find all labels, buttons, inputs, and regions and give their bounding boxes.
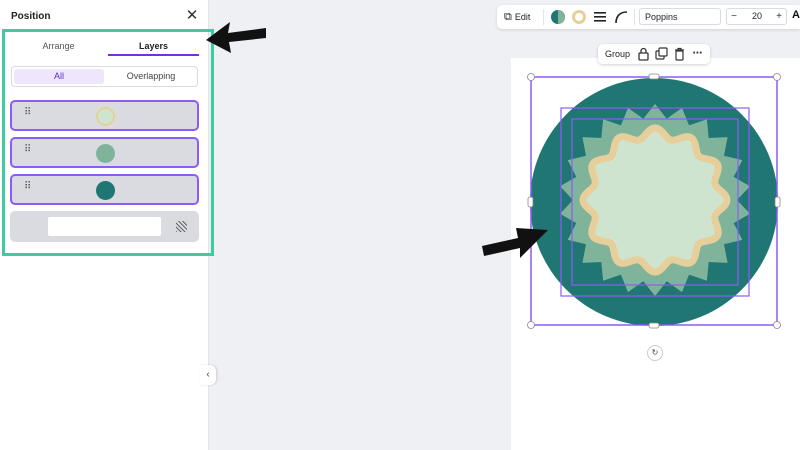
resize-handle[interactable]	[527, 196, 534, 208]
graphic-group[interactable]	[0, 0, 800, 450]
resize-handle[interactable]	[773, 321, 781, 329]
resize-handle[interactable]	[527, 321, 535, 329]
resize-handle[interactable]	[527, 73, 535, 81]
rotate-icon[interactable]: ↻	[647, 345, 663, 361]
resize-handle[interactable]	[648, 322, 660, 329]
resize-handle[interactable]	[774, 196, 781, 208]
resize-handle[interactable]	[773, 73, 781, 81]
annotation-arrow-icon	[482, 228, 548, 258]
annotation-arrow-icon	[206, 22, 266, 53]
resize-handle[interactable]	[648, 73, 660, 80]
